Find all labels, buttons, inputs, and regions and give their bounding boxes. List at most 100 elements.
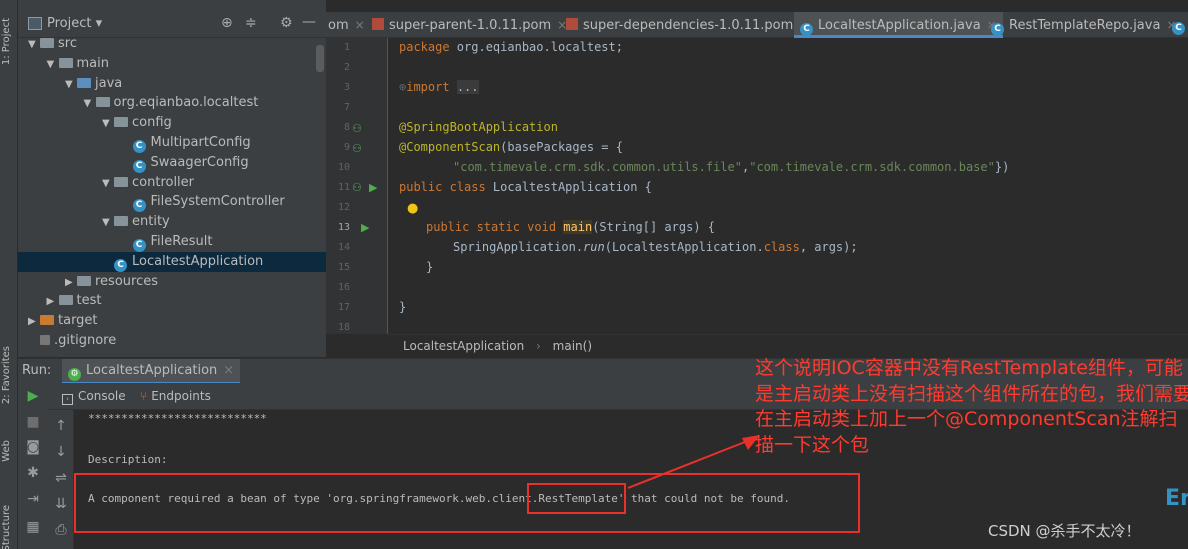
down-arrow-icon[interactable]: ↓ (51, 444, 71, 460)
spring-bean-icon[interactable]: ⚇ (352, 142, 362, 155)
editor-tab-bar: om × super-parent-1.0.11.pom × super-depen… (326, 12, 1188, 38)
run-toolbar: ▶ ■ ◙ ✱ ⇥ ▦ (18, 383, 48, 549)
tree-item[interactable]: ▼ config (102, 113, 172, 133)
up-arrow-icon[interactable]: ↑ (51, 418, 71, 434)
line-number: 15 (337, 262, 350, 273)
class-icon: C (132, 199, 146, 213)
line-number: 11 (337, 182, 350, 193)
lightbulb-icon[interactable]: ● (407, 201, 418, 216)
tree-item[interactable]: ▶ target (28, 311, 98, 331)
tree-item-label: MultipartConfig (150, 135, 251, 150)
tree-item[interactable]: ▼ java (65, 74, 122, 94)
package-icon (95, 97, 110, 108)
line-number: 16 (337, 282, 350, 293)
tree-item-label: resources (95, 273, 159, 289)
run-gutter-icon[interactable]: ▶ (369, 181, 377, 194)
endpoints-tab[interactable]: ⑂ Endpoints (140, 389, 211, 403)
web-tool-button[interactable]: Web (1, 440, 12, 462)
class-icon: C (1172, 22, 1185, 35)
code-line-8: @SpringBootApplication (399, 120, 558, 134)
locate-icon[interactable]: ⊕ (221, 15, 233, 31)
console-tab[interactable]: › Console (62, 389, 126, 405)
tree-item[interactable]: C LocaltestApplication (18, 251, 326, 272)
collapse-arrow-icon[interactable]: ▶ (47, 292, 59, 312)
endpoints-icon: ⑂ (140, 389, 148, 403)
tree-item[interactable]: ▼ org.eqianbao.localtest (84, 93, 259, 113)
tree-item-label: entity (132, 214, 170, 230)
layout-icon[interactable]: ▦ (23, 519, 43, 535)
gear-icon[interactable]: ⚙ (280, 15, 293, 31)
spring-bean-icon[interactable]: ⚇ (352, 181, 362, 194)
package-icon (114, 216, 128, 227)
expand-arrow-icon[interactable]: ▼ (47, 55, 59, 75)
tree-item-label: test (76, 293, 102, 309)
folder-icon (40, 38, 54, 48)
debug-icon[interactable]: ✱ (23, 465, 43, 481)
collapse-arrow-icon[interactable]: ▶ (65, 273, 77, 293)
breadcrumb-class[interactable]: LocaltestApplication (403, 339, 524, 353)
project-view-selector[interactable]: Project ▾ (47, 16, 102, 31)
soft-wrap-icon[interactable]: ⇌ (51, 470, 71, 486)
favorites-tool-button[interactable]: 2: Favorites (1, 346, 12, 404)
rerun-icon[interactable]: ▶ (23, 388, 43, 404)
annotation-arrow (627, 435, 760, 489)
breadcrumb: LocaltestApplication › main() (388, 334, 1188, 357)
package-icon (114, 117, 128, 128)
stop-icon[interactable]: ■ (23, 414, 43, 430)
tree-item[interactable]: ▼ controller (102, 173, 194, 193)
tree-item-label: FileResult (150, 234, 213, 249)
project-tool-button[interactable]: 1: Project (1, 18, 12, 65)
exit-icon[interactable]: ⇥ (23, 491, 43, 507)
tab-om[interactable]: om × (328, 12, 365, 38)
print-icon[interactable]: ⎙ (51, 522, 71, 538)
tree-item[interactable]: ▼ main (47, 54, 109, 74)
spring-bean-icon[interactable]: ⚇ (352, 122, 362, 135)
expand-arrow-icon[interactable]: ▼ (65, 75, 77, 95)
tab-localtest-application[interactable]: CLocaltestApplication.java× (794, 12, 1003, 38)
tab-super-parent[interactable]: super-parent-1.0.11.pom × (372, 12, 567, 38)
tree-item[interactable]: ▼ src (28, 34, 77, 54)
code-line-11: public class LocaltestApplication { (399, 180, 652, 194)
collapse-arrow-icon[interactable]: ▶ (28, 312, 40, 332)
project-view-icon (28, 17, 42, 30)
close-icon[interactable]: × (355, 18, 365, 32)
breadcrumb-method[interactable]: main() (553, 339, 592, 353)
expand-arrow-icon[interactable]: ▼ (102, 213, 114, 233)
tree-item[interactable]: ▼ entity (102, 212, 170, 232)
watermark: CSDN @杀手不太冷！ (988, 522, 1141, 540)
camera-icon[interactable]: ◙ (23, 439, 43, 455)
expand-arrow-icon[interactable]: ▼ (84, 94, 96, 114)
tree-item[interactable]: .gitignore (28, 331, 116, 351)
tab-overflow[interactable]: C (1172, 12, 1188, 38)
expand-arrow-icon[interactable]: ▼ (102, 114, 114, 134)
console-description: Description: (88, 453, 168, 466)
code-line-15: } (426, 260, 434, 274)
run-config-tab[interactable]: ⚙ LocaltestApplication × (62, 359, 241, 384)
close-icon[interactable]: × (223, 363, 234, 378)
collapse-all-icon[interactable]: ≑ (245, 15, 257, 31)
tree-item-label: controller (132, 174, 195, 190)
tree-item[interactable]: ▶ resources (65, 272, 158, 292)
hide-panel-icon[interactable]: — (302, 14, 316, 30)
code-line-1: package org.eqianbao.localtest; (399, 40, 623, 54)
tree-item[interactable]: C SwaagerConfig (121, 153, 249, 173)
tab-super-dependencies[interactable]: super-dependencies-1.0.11.pom× (566, 12, 809, 38)
line-number: 7 (343, 102, 350, 113)
tree-item[interactable]: C FileSystemController (121, 192, 285, 213)
tree-item[interactable]: ▶ test (47, 291, 102, 311)
class-icon: C (132, 140, 146, 153)
expand-arrow-icon[interactable]: ▼ (28, 35, 40, 55)
tab-rest-template-repo[interactable]: C RestTemplateRepo.java × (991, 12, 1177, 38)
expand-arrow-icon[interactable]: ▼ (102, 174, 114, 194)
tree-item-label: java (95, 75, 123, 91)
code-line-13: public static void main(String[] args) { (426, 220, 716, 234)
tree-scrollbar[interactable] (316, 45, 324, 72)
tree-item[interactable]: C FileResult (121, 232, 213, 252)
class-icon: C (991, 23, 1004, 36)
structure-tool-button[interactable]: Structure (1, 505, 12, 549)
tree-item[interactable]: C MultipartConfig (121, 133, 251, 153)
tree-item-label: org.eqianbao.localtest (113, 95, 259, 111)
scroll-to-end-icon[interactable]: ⇊ (51, 496, 71, 512)
collapsed-imports[interactable]: ... (456, 80, 479, 94)
run-gutter-icon[interactable]: ▶ (361, 221, 369, 234)
